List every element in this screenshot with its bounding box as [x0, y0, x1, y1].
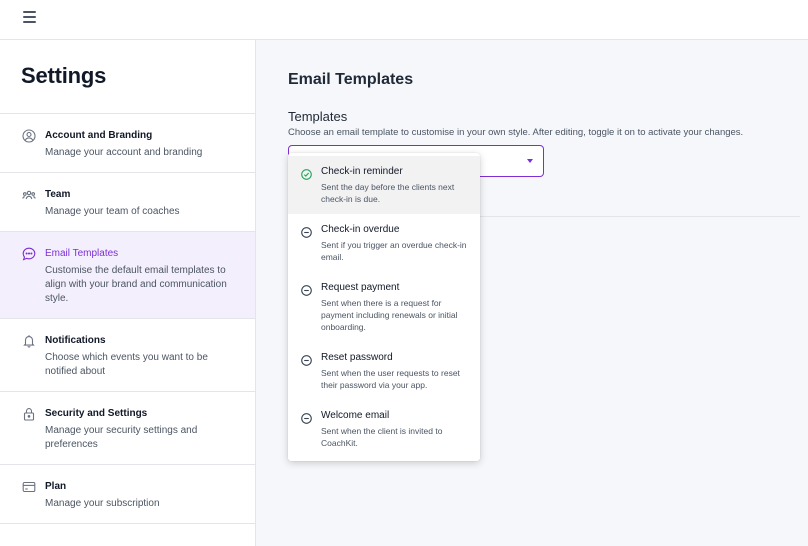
template-option-desc: Sent when the client is invited to Coach… [321, 426, 443, 448]
lock-icon [23, 408, 35, 421]
template-option-check-in-overdue[interactable]: Check-in overdue Sent if you trigger an … [288, 214, 480, 272]
settings-nav: Account and Branding Manage your account… [0, 113, 255, 524]
sidebar-item-plan[interactable]: Plan Manage your subscription [0, 465, 255, 524]
template-option-welcome-email[interactable]: Welcome email Sent when the client is in… [288, 400, 480, 458]
settings-sidebar: Settings Account and Branding Manage you… [0, 40, 256, 546]
minus-circle-icon [301, 355, 312, 366]
sidebar-item-desc: Choose which events you want to be notif… [45, 352, 208, 377]
templates-description: Choose an email template to customise in… [288, 127, 744, 138]
template-option-desc: Sent when there is a request for payment… [321, 298, 458, 332]
sidebar-item-email-templates[interactable]: Email Templates Customise the default em… [0, 232, 255, 319]
sidebar-item-title: Email Templates [45, 248, 119, 259]
card-icon [22, 481, 36, 493]
section-divider [480, 216, 800, 217]
sidebar-item-desc: Manage your security settings and prefer… [45, 425, 198, 450]
template-option-desc: Sent if you trigger an overdue check-in … [321, 240, 467, 262]
template-option-desc: Sent the day before the clients next che… [321, 182, 455, 204]
check-circle-icon [301, 169, 312, 180]
template-option-title: Welcome email [321, 410, 390, 421]
sidebar-item-desc: Manage your subscription [45, 498, 160, 509]
sidebar-title: Settings [21, 63, 107, 88]
template-dropdown-menu: Check-in reminder Sent the day before th… [288, 153, 480, 461]
sidebar-item-title: Plan [45, 481, 67, 492]
template-option-title: Check-in overdue [321, 224, 400, 235]
template-option-reset-password[interactable]: Reset password Sent when the user reques… [288, 342, 480, 400]
sidebar-item-security-settings[interactable]: Security and Settings Manage your securi… [0, 392, 255, 465]
minus-circle-icon [301, 413, 312, 424]
template-option-title: Check-in reminder [321, 166, 403, 177]
templates-label: Templates [288, 109, 348, 124]
minus-circle-icon [301, 285, 312, 296]
bell-icon [23, 335, 35, 348]
template-option-title: Reset password [321, 352, 393, 363]
template-option-desc: Sent when the user requests to reset the… [321, 368, 460, 390]
template-option-request-payment[interactable]: Request payment Sent when there is a req… [288, 272, 480, 342]
hamburger-menu-icon[interactable] [23, 11, 36, 23]
sidebar-item-desc: Customise the default email templates to… [45, 265, 227, 304]
caret-down-icon [527, 159, 533, 163]
sidebar-item-title: Account and Branding [45, 130, 153, 141]
sidebar-item-title: Security and Settings [45, 408, 148, 419]
top-bar [0, 0, 808, 40]
sidebar-item-team[interactable]: Team Manage your team of coaches [0, 173, 255, 232]
template-option-check-in-reminder[interactable]: Check-in reminder Sent the day before th… [288, 156, 480, 214]
sidebar-item-desc: Manage your team of coaches [45, 206, 180, 217]
sidebar-item-title: Notifications [45, 335, 106, 346]
sidebar-item-title: Team [45, 189, 71, 200]
sidebar-item-notifications[interactable]: Notifications Choose which events you wa… [0, 319, 255, 392]
page-title: Email Templates [288, 71, 414, 88]
user-circle-icon [22, 129, 36, 143]
sidebar-item-desc: Manage your account and branding [45, 147, 203, 158]
template-option-title: Request payment [321, 282, 400, 293]
chat-icon [22, 247, 36, 261]
sidebar-item-account-branding[interactable]: Account and Branding Manage your account… [0, 114, 255, 173]
minus-circle-icon [301, 227, 312, 238]
team-icon [22, 190, 36, 200]
